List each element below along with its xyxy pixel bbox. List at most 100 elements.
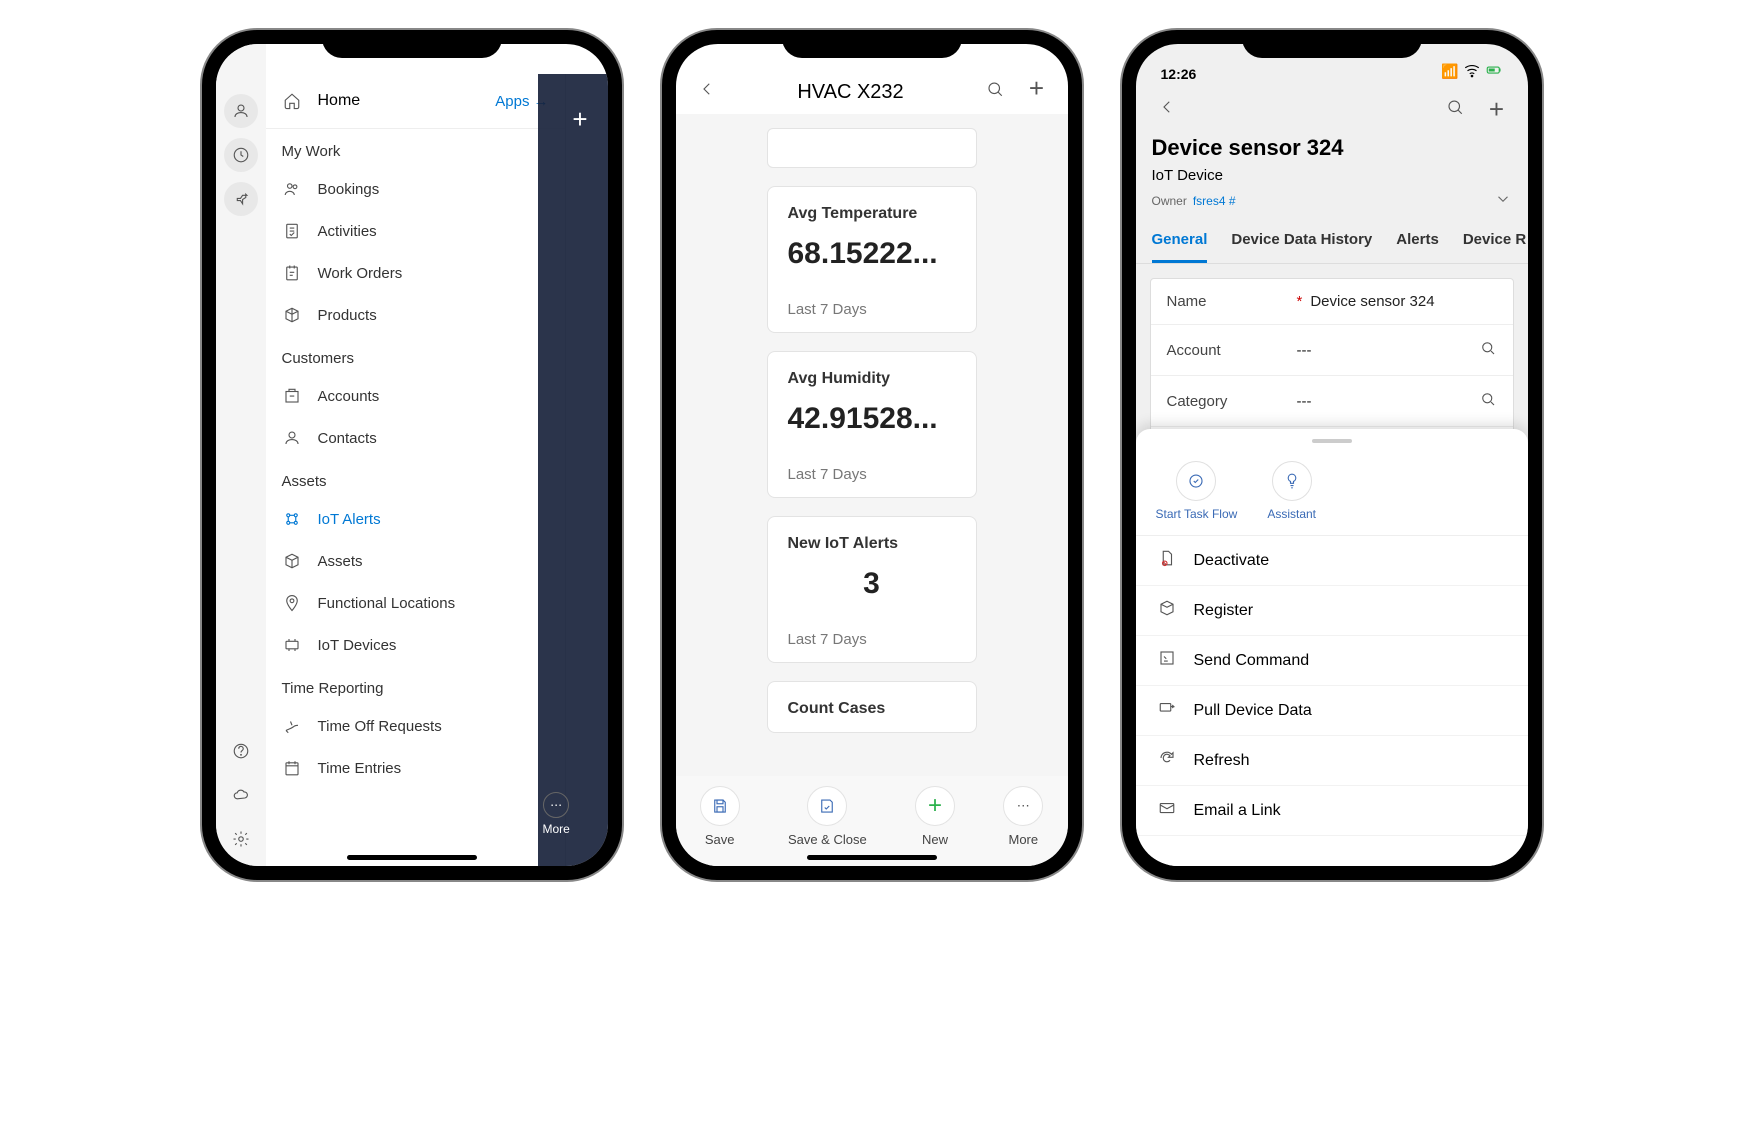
page-title: HVAC X232 xyxy=(734,81,968,104)
card-value: 3 xyxy=(788,567,956,601)
section-customers: Customers xyxy=(266,336,565,375)
tab-device-data-history[interactable]: Device Data History xyxy=(1231,221,1372,263)
more-button[interactable]: ⋯ More xyxy=(1003,786,1043,847)
search-button[interactable] xyxy=(980,80,1010,104)
iotdevices-icon xyxy=(282,636,302,654)
add-button[interactable]: + xyxy=(1482,94,1512,125)
new-button[interactable]: + New xyxy=(915,786,955,847)
card-stub xyxy=(767,128,977,168)
header: + xyxy=(1136,84,1528,135)
timeentries-icon xyxy=(282,759,302,777)
signal-icon: 📶 xyxy=(1441,63,1458,80)
action-register[interactable]: Register xyxy=(1136,586,1528,636)
section-mywork: My Work xyxy=(266,129,565,168)
workorders-icon xyxy=(282,264,302,282)
nav-bookings[interactable]: Bookings xyxy=(266,168,565,210)
nav-workorders[interactable]: Work Orders xyxy=(266,252,565,294)
card-count-cases[interactable]: Count Cases xyxy=(767,681,977,733)
nav-accounts[interactable]: Accounts xyxy=(266,375,565,417)
back-button[interactable] xyxy=(1152,98,1182,122)
action-deactivate[interactable]: Deactivate xyxy=(1136,536,1528,586)
accounts-icon xyxy=(282,387,302,405)
nav-drawer: Home Apps → My Work Bookings Activities … xyxy=(266,74,566,866)
action-pull-data[interactable]: Pull Device Data xyxy=(1136,686,1528,736)
cloud-icon[interactable] xyxy=(224,778,258,812)
iotalerts-icon xyxy=(282,510,302,528)
help-icon[interactable] xyxy=(224,734,258,768)
more-icon: ⋯ xyxy=(1003,786,1043,826)
device-title: Device sensor 324 xyxy=(1152,135,1512,161)
lookup-icon[interactable] xyxy=(1479,390,1497,412)
pin-icon[interactable] xyxy=(224,182,258,216)
field-category[interactable]: Category --- xyxy=(1151,376,1513,427)
action-refresh[interactable]: Refresh xyxy=(1136,736,1528,786)
owner-link[interactable]: fsres4 # xyxy=(1193,194,1236,208)
home-icon xyxy=(282,92,302,110)
home-label: Home xyxy=(318,92,361,110)
more-tab[interactable]: ⋯ More xyxy=(543,792,570,836)
lookup-icon[interactable] xyxy=(1479,339,1497,361)
recent-icon[interactable] xyxy=(224,138,258,172)
tab-device-r[interactable]: Device R xyxy=(1463,221,1526,263)
action-sheet: Start Task Flow Assistant Deactivate Reg… xyxy=(1136,429,1528,866)
phone-nav: Home Apps → My Work Bookings Activities … xyxy=(202,30,622,880)
nav-iotalerts[interactable]: IoT Alerts xyxy=(266,498,565,540)
save-button[interactable]: Save xyxy=(700,786,740,847)
battery-icon xyxy=(1485,61,1503,82)
field-account[interactable]: Account --- xyxy=(1151,325,1513,376)
card-avg-humidity[interactable]: Avg Humidity 42.91528... Last 7 Days xyxy=(767,351,977,498)
dim-overlay[interactable]: + ⋯ More xyxy=(538,74,608,866)
nav-contacts[interactable]: Contacts xyxy=(266,417,565,459)
chevron-down-icon[interactable] xyxy=(1494,190,1512,211)
card-value: 68.15222... xyxy=(788,237,956,271)
pull-data-icon xyxy=(1156,699,1178,722)
add-icon[interactable]: + xyxy=(572,104,587,135)
phone-hvac: HVAC X232 + Avg Temperature 68.15222... … xyxy=(662,30,1082,880)
more-dots-icon: ⋯ xyxy=(543,792,569,818)
cards-area[interactable]: Avg Temperature 68.15222... Last 7 Days … xyxy=(676,114,1068,776)
device-type: IoT Device xyxy=(1152,167,1512,184)
required-indicator: * xyxy=(1297,293,1303,310)
nav-home-row[interactable]: Home Apps → xyxy=(266,74,565,129)
start-task-flow[interactable]: Start Task Flow xyxy=(1156,461,1238,521)
wifi-icon xyxy=(1463,61,1481,82)
owner-row[interactable]: Owner fsres4 # xyxy=(1152,190,1512,211)
tab-general[interactable]: General xyxy=(1152,221,1208,263)
new-icon: + xyxy=(915,786,955,826)
card-avg-temperature[interactable]: Avg Temperature 68.15222... Last 7 Days xyxy=(767,186,977,333)
nav-iotdevices[interactable]: IoT Devices xyxy=(266,624,565,666)
search-button[interactable] xyxy=(1440,98,1470,122)
activities-icon xyxy=(282,222,302,240)
timeoff-icon xyxy=(282,717,302,735)
register-icon xyxy=(1156,599,1178,622)
nav-timeentries[interactable]: Time Entries xyxy=(266,747,565,789)
tabs: General Device Data History Alerts Devic… xyxy=(1136,221,1528,264)
settings-icon[interactable] xyxy=(224,822,258,856)
action-send-command[interactable]: Send Command xyxy=(1136,636,1528,686)
location-icon xyxy=(282,594,302,612)
nav-functional-locations[interactable]: Functional Locations xyxy=(266,582,565,624)
back-button[interactable] xyxy=(692,80,722,104)
tab-alerts[interactable]: Alerts xyxy=(1396,221,1439,263)
nav-assets[interactable]: Assets xyxy=(266,540,565,582)
action-list: Deactivate Register Send Command Pull De… xyxy=(1136,535,1528,836)
add-button[interactable]: + xyxy=(1022,73,1052,104)
quick-actions: Start Task Flow Assistant xyxy=(1136,453,1528,535)
action-email-link[interactable]: Email a Link xyxy=(1136,786,1528,836)
assets-icon xyxy=(282,552,302,570)
save-close-icon xyxy=(807,786,847,826)
nav-products[interactable]: Products xyxy=(266,294,565,336)
nav-timeoff[interactable]: Time Off Requests xyxy=(266,705,565,747)
email-icon xyxy=(1156,799,1178,822)
assistant[interactable]: Assistant xyxy=(1267,461,1316,521)
section-time: Time Reporting xyxy=(266,666,565,705)
save-close-button[interactable]: Save & Close xyxy=(788,786,867,847)
card-sub: Last 7 Days xyxy=(788,301,956,318)
drag-handle[interactable] xyxy=(1312,439,1352,443)
nav-activities[interactable]: Activities xyxy=(266,210,565,252)
card-new-iot-alerts[interactable]: New IoT Alerts 3 Last 7 Days xyxy=(767,516,977,663)
field-name[interactable]: Name * Device sensor 324 xyxy=(1151,279,1513,325)
profile-icon[interactable] xyxy=(224,94,258,128)
screen-nav: Home Apps → My Work Bookings Activities … xyxy=(216,44,608,866)
screen-hvac: HVAC X232 + Avg Temperature 68.15222... … xyxy=(676,44,1068,866)
